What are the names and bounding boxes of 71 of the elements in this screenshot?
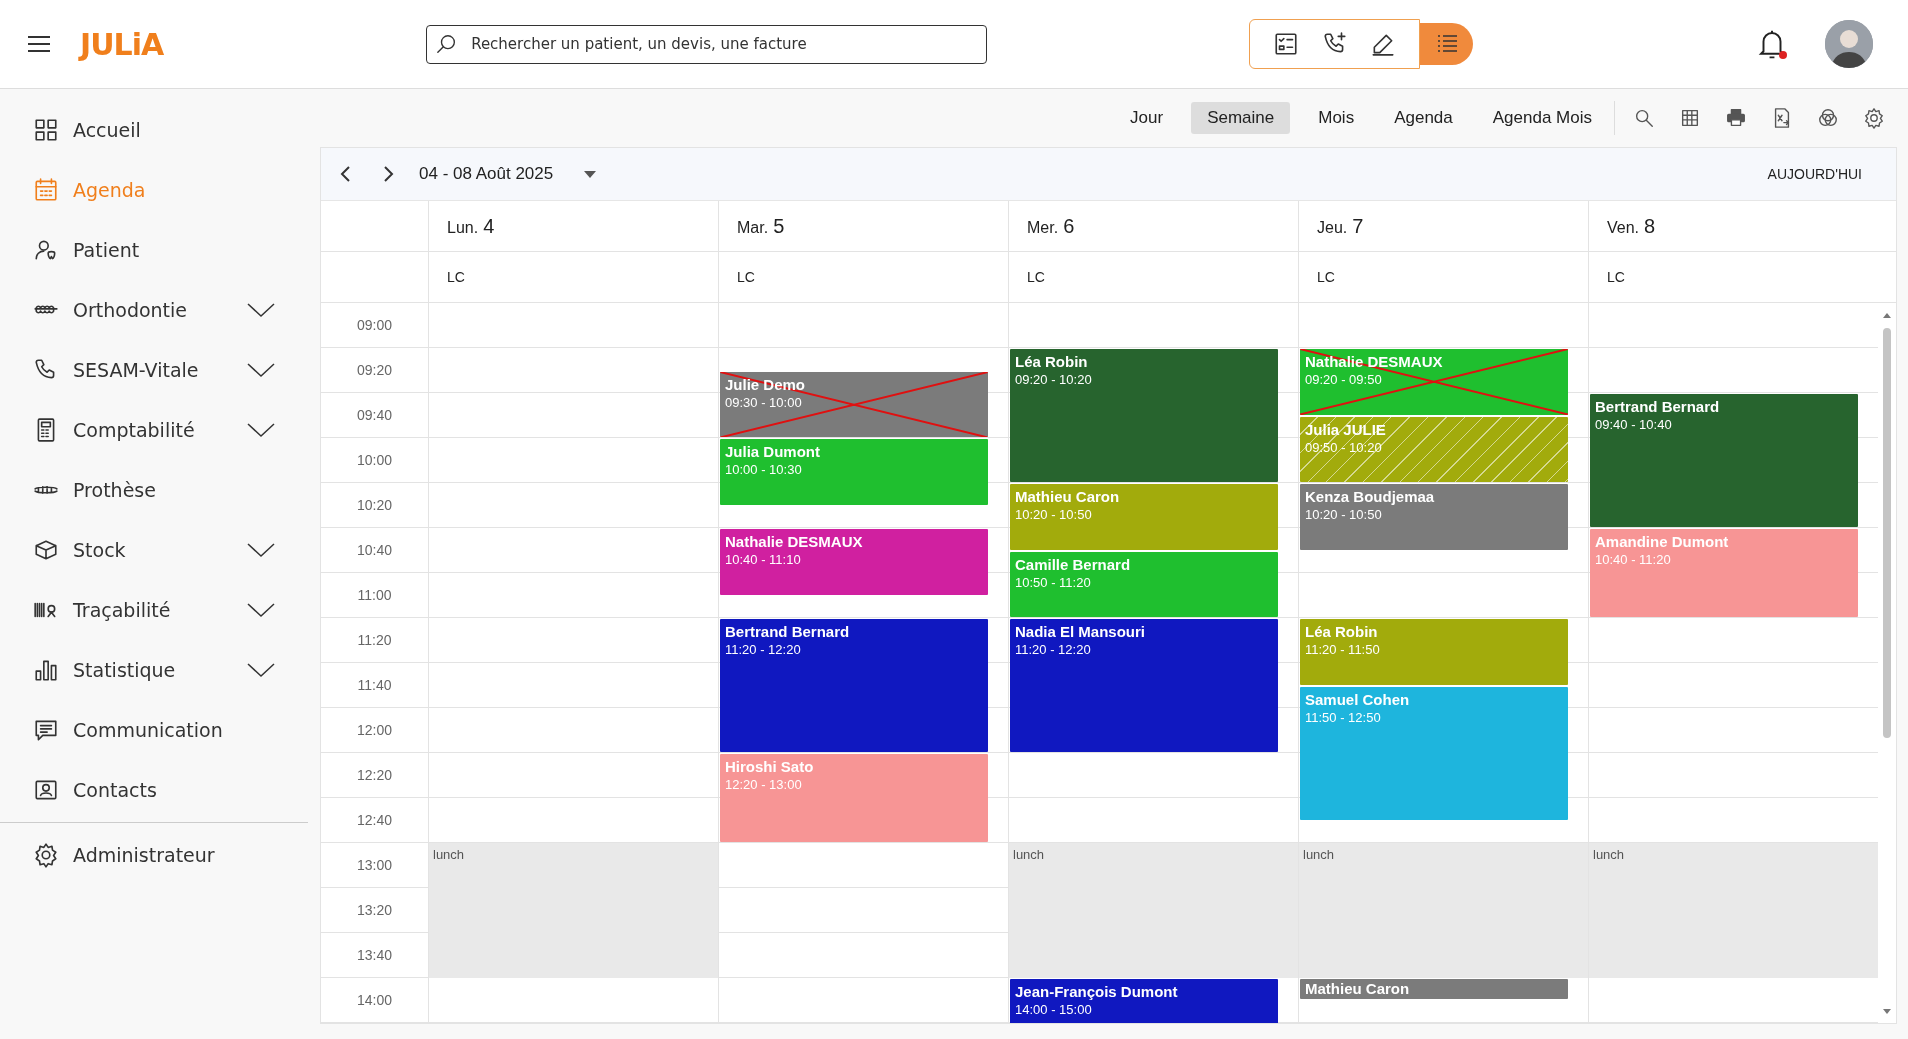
sidebar-item[interactable]: Comptabilité bbox=[0, 400, 308, 460]
time-label: 09:20 bbox=[321, 348, 428, 393]
lunch-block: lunch bbox=[1009, 843, 1298, 978]
appointment[interactable]: Nathalie DESMAUX 10:40 - 11:10 bbox=[720, 529, 988, 595]
day-header: Ven. 8 bbox=[1607, 214, 1656, 238]
checklist-icon[interactable] bbox=[1273, 31, 1300, 57]
time-label: 14:00 bbox=[321, 978, 428, 1023]
search-field[interactable]: Rechercher un patient, un devis, une facture bbox=[426, 24, 988, 64]
lunch-block: lunch bbox=[429, 843, 718, 978]
grid-icon bbox=[33, 117, 59, 143]
view-tab[interactable]: Agenda Mois bbox=[1480, 102, 1604, 134]
time-label: 13:20 bbox=[321, 888, 428, 933]
day-header: Mer. 6 bbox=[1027, 214, 1075, 238]
sidebar-item[interactable]: SESAM-Vitale bbox=[0, 340, 308, 400]
resource-label: LC bbox=[447, 269, 465, 285]
resource-label: LC bbox=[737, 269, 755, 285]
time-label: 12:40 bbox=[321, 798, 428, 843]
sidebar-item[interactable]: Accueil bbox=[0, 100, 308, 160]
appointment[interactable]: Mathieu Caron bbox=[1300, 979, 1568, 999]
print-icon[interactable] bbox=[1725, 107, 1747, 129]
day-header: Lun. 4 bbox=[447, 214, 495, 238]
time-label: 11:00 bbox=[321, 573, 428, 618]
table-icon[interactable] bbox=[1679, 107, 1701, 129]
time-label: 10:00 bbox=[321, 438, 428, 483]
time-label: 13:40 bbox=[321, 933, 428, 978]
sidebar-item[interactable]: Patient bbox=[0, 220, 308, 280]
search-icon[interactable] bbox=[1633, 107, 1655, 129]
time-label: 13:00 bbox=[321, 843, 428, 888]
calendar-icon bbox=[33, 177, 59, 203]
caret-icon[interactable] bbox=[583, 169, 598, 179]
time-label: 11:20 bbox=[321, 618, 428, 663]
appointment[interactable]: Nadia El Mansouri 11:20 - 12:20 bbox=[1010, 619, 1278, 752]
today-button[interactable]: AUJOURD'HUI bbox=[1761, 165, 1868, 183]
time-label: 09:40 bbox=[321, 393, 428, 438]
appointment[interactable]: Léa Robin 09:20 - 10:20 bbox=[1010, 349, 1278, 482]
appointment[interactable]: Bertrand Bernard 09:40 - 10:40 bbox=[1590, 394, 1858, 527]
day-header: Jeu. 7 bbox=[1317, 214, 1364, 238]
resource-label: LC bbox=[1607, 269, 1625, 285]
view-tab[interactable]: Mois bbox=[1306, 102, 1367, 134]
sidebar-item[interactable]: Stock bbox=[0, 520, 308, 580]
time-label: 10:40 bbox=[321, 528, 428, 573]
resource-label: LC bbox=[1027, 269, 1045, 285]
sidebar-item[interactable]: Statistique bbox=[0, 640, 308, 700]
sidebar-item[interactable]: Communication bbox=[0, 700, 308, 760]
gear-icon bbox=[33, 842, 59, 868]
settings-icon[interactable] bbox=[1863, 107, 1885, 129]
time-label: 10:20 bbox=[321, 483, 428, 528]
view-tab[interactable]: Agenda bbox=[1382, 102, 1465, 134]
sidebar-item[interactable]: Prothèse bbox=[0, 460, 308, 520]
sidebar-item[interactable]: Contacts bbox=[0, 760, 308, 820]
time-label: 11:40 bbox=[321, 663, 428, 708]
sidebar-item[interactable]: Traçabilité bbox=[0, 580, 308, 640]
overlapping-circles-icon[interactable] bbox=[1817, 107, 1839, 129]
lunch-block: lunch bbox=[1299, 843, 1588, 978]
sidebar-item[interactable]: Administrateur bbox=[0, 825, 308, 885]
sidebar-item[interactable]: Orthodontie bbox=[0, 280, 308, 340]
day-header: Mar. 5 bbox=[737, 214, 785, 238]
time-label: 12:00 bbox=[321, 708, 428, 753]
menu-icon[interactable] bbox=[27, 35, 51, 53]
time-label: 09:00 bbox=[321, 303, 428, 348]
avatar[interactable] bbox=[1825, 20, 1874, 68]
appointment[interactable]: Bertrand Bernard 11:20 - 12:20 bbox=[720, 619, 988, 752]
appointment[interactable]: Jean-François Dumont 14:00 - 15:00 bbox=[1010, 979, 1278, 1023]
appointment[interactable]: Kenza Boudjemaa 10:20 - 10:50 bbox=[1300, 484, 1568, 550]
resource-label: LC bbox=[1317, 269, 1335, 285]
list-button[interactable] bbox=[1420, 23, 1474, 65]
date-range[interactable]: 04 - 08 Août 2025 bbox=[419, 164, 554, 184]
time-label: 12:20 bbox=[321, 753, 428, 798]
lunch-block: lunch bbox=[1589, 843, 1878, 978]
view-tab[interactable]: Semaine bbox=[1191, 102, 1291, 134]
view-tab[interactable]: Jour bbox=[1118, 102, 1176, 134]
